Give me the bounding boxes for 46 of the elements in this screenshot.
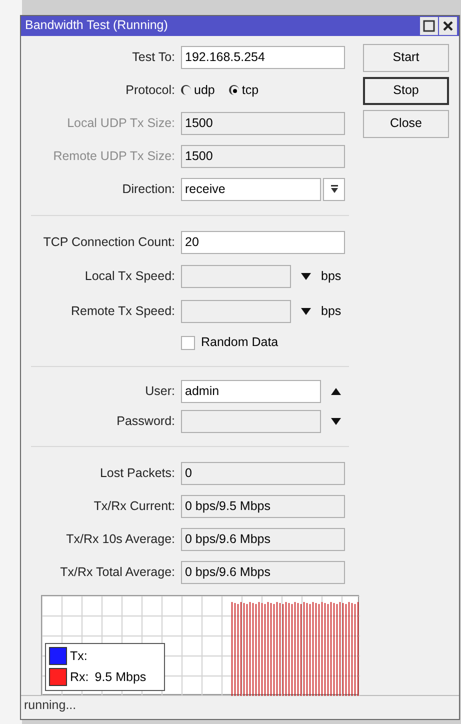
field-label: User:	[145, 383, 175, 400]
dropdown-arrow-icon	[330, 184, 338, 194]
close-icon	[442, 20, 454, 32]
legend-label: Tx:	[70, 648, 88, 665]
window-title: Bandwidth Test (Running)	[25, 17, 168, 34]
field-label: Local Tx Speed:	[84, 268, 175, 285]
field-label: Tx/Rx Total Average:	[60, 564, 175, 581]
dialog-button[interactable]: Start	[363, 44, 449, 72]
field-label: Tx/Rx 10s Average:	[66, 530, 175, 548]
unit-label: bps	[321, 268, 342, 285]
dropdown-button[interactable]	[323, 178, 345, 200]
field-label: Lost Packets:	[100, 464, 175, 482]
random-data-checkbox[interactable]: Random Data	[181, 333, 278, 352]
text-field[interactable]: 192.168.5.254	[181, 46, 345, 68]
dialog-button[interactable]: Close	[363, 110, 449, 138]
direction-dropdown[interactable]: receive	[181, 178, 321, 200]
text-field[interactable]: 20	[181, 230, 345, 254]
field-label: Local UDP Tx Size:	[67, 114, 175, 132]
field-label: Remote UDP Tx Size:	[53, 148, 175, 165]
field-label: Protocol:	[126, 82, 175, 99]
maximize-button[interactable]	[420, 16, 438, 35]
legend-value: 9.5 Mbps	[94, 668, 146, 686]
speed-field[interactable]	[181, 264, 291, 288]
readonly-field: 0 bps/9.6 Mbps	[181, 528, 345, 550]
up-arrow-icon[interactable]	[331, 388, 341, 395]
dropdown-arrow-icon[interactable]	[301, 308, 311, 314]
dialog-button[interactable]: Stop	[363, 76, 449, 104]
speed-field[interactable]	[181, 300, 291, 322]
status-text: running...	[24, 696, 76, 714]
field-label: Tx/Rx Current:	[94, 498, 175, 515]
close-button[interactable]	[439, 16, 457, 35]
dropdown-arrow-icon[interactable]	[301, 272, 311, 280]
text-field[interactable]: admin	[181, 380, 321, 403]
field-label: Direction:	[122, 180, 175, 198]
unit-label: bps	[321, 302, 342, 320]
radio-option[interactable]: tcp	[228, 80, 259, 100]
maximize-icon	[423, 20, 435, 32]
field-label: TCP Connection Count:	[43, 234, 175, 251]
legend-label: Rx:	[70, 668, 89, 686]
readonly-field: 0	[181, 462, 345, 484]
field-label: Test To:	[132, 48, 175, 66]
radio-option[interactable]: udp	[181, 80, 215, 100]
field-label: Password:	[116, 413, 175, 430]
field-label: Remote Tx Speed:	[71, 302, 175, 320]
readonly-field: 0 bps/9.5 Mbps	[181, 494, 345, 518]
readonly-field: 0 bps/9.6 Mbps	[181, 560, 345, 584]
